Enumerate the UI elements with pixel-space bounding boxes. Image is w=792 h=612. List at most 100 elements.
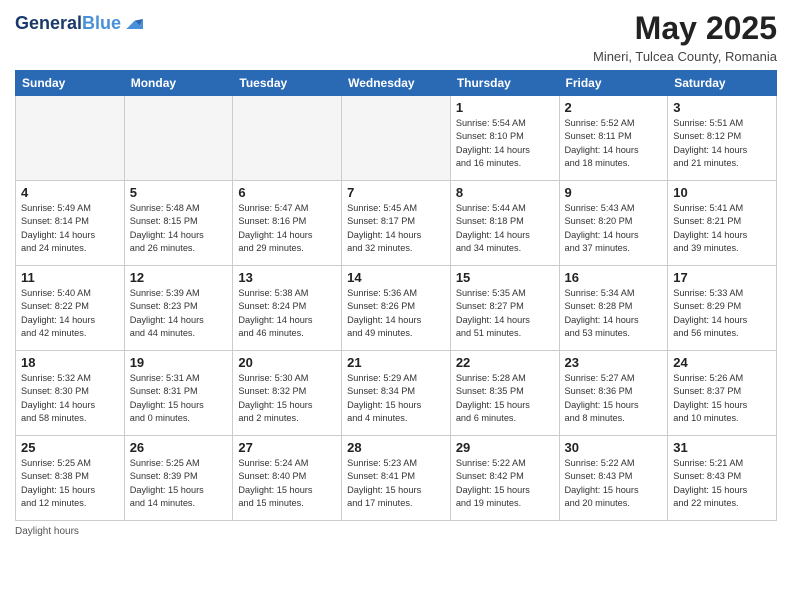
day-number: 18 — [21, 355, 119, 370]
day-number: 26 — [130, 440, 228, 455]
calendar-day: 27Sunrise: 5:24 AM Sunset: 8:40 PM Dayli… — [233, 436, 342, 521]
day-number: 16 — [565, 270, 663, 285]
day-info: Sunrise: 5:41 AM Sunset: 8:21 PM Dayligh… — [673, 202, 771, 255]
calendar-day — [342, 96, 451, 181]
logo-icon — [123, 14, 143, 34]
day-info: Sunrise: 5:52 AM Sunset: 8:11 PM Dayligh… — [565, 117, 663, 170]
calendar-day: 9 Sunrise: 5:43 AM Sunset: 8:20 PM Daylig… — [559, 181, 668, 266]
calendar-day: 2 Sunrise: 5:52 AM Sunset: 8:11 PM Daylig… — [559, 96, 668, 181]
day-number: 27 — [238, 440, 336, 455]
day-info: Sunrise: 5:28 AM Sunset: 8:35 PM Dayligh… — [456, 372, 554, 425]
day-number: 24 — [673, 355, 771, 370]
calendar-day: 23Sunrise: 5:27 AM Sunset: 8:36 PM Dayli… — [559, 351, 668, 436]
calendar-day: 25 Sunrise: 5:25 AM Sunset: 8:38 PM Dayli… — [16, 436, 125, 521]
calendar-day: 3 Sunrise: 5:51 AM Sunset: 8:12 PM Daylig… — [668, 96, 777, 181]
day-number: 3 — [673, 100, 771, 115]
day-header: Thursday — [450, 71, 559, 96]
footer: Daylight hours — [15, 526, 777, 537]
calendar-week-row: 18Sunrise: 5:32 AM Sunset: 8:30 PM Dayli… — [16, 351, 777, 436]
day-number: 21 — [347, 355, 445, 370]
day-info: Sunrise: 5:25 AM Sunset: 8:39 PM Dayligh… — [130, 457, 228, 510]
title-area: May 2025 Mineri, Tulcea County, Romania — [593, 10, 777, 64]
day-info: Sunrise: 5:33 AM Sunset: 8:29 PM Dayligh… — [673, 287, 771, 340]
day-number: 22 — [456, 355, 554, 370]
day-info: Sunrise: 5:23 AM Sunset: 8:41 PM Dayligh… — [347, 457, 445, 510]
day-number: 20 — [238, 355, 336, 370]
calendar-day: 22 Sunrise: 5:28 AM Sunset: 8:35 PM Dayli… — [450, 351, 559, 436]
calendar-day: 12Sunrise: 5:39 AM Sunset: 8:23 PM Dayli… — [124, 266, 233, 351]
calendar-day: 5 Sunrise: 5:48 AM Sunset: 8:15 PM Daylig… — [124, 181, 233, 266]
calendar-day: 14Sunrise: 5:36 AM Sunset: 8:26 PM Dayli… — [342, 266, 451, 351]
day-number: 5 — [130, 185, 228, 200]
logo-text: GeneralBlue — [15, 14, 121, 34]
day-info: Sunrise: 5:38 AM Sunset: 8:24 PM Dayligh… — [238, 287, 336, 340]
day-number: 19 — [130, 355, 228, 370]
calendar-day: 21Sunrise: 5:29 AM Sunset: 8:34 PM Dayli… — [342, 351, 451, 436]
day-header: Sunday — [16, 71, 125, 96]
day-info: Sunrise: 5:39 AM Sunset: 8:23 PM Dayligh… — [130, 287, 228, 340]
day-info: Sunrise: 5:35 AM Sunset: 8:27 PM Dayligh… — [456, 287, 554, 340]
day-info: Sunrise: 5:44 AM Sunset: 8:18 PM Dayligh… — [456, 202, 554, 255]
day-header: Tuesday — [233, 71, 342, 96]
logo: GeneralBlue — [15, 14, 143, 34]
calendar-day: 28 Sunrise: 5:23 AM Sunset: 8:41 PM Dayli… — [342, 436, 451, 521]
day-info: Sunrise: 5:47 AM Sunset: 8:16 PM Dayligh… — [238, 202, 336, 255]
day-header: Saturday — [668, 71, 777, 96]
day-info: Sunrise: 5:51 AM Sunset: 8:12 PM Dayligh… — [673, 117, 771, 170]
page: GeneralBlue May 2025 Mineri, Tulcea Coun… — [0, 0, 792, 612]
day-number: 1 — [456, 100, 554, 115]
calendar-week-row: 25 Sunrise: 5:25 AM Sunset: 8:38 PM Dayli… — [16, 436, 777, 521]
day-number: 11 — [21, 270, 119, 285]
day-info: Sunrise: 5:43 AM Sunset: 8:20 PM Dayligh… — [565, 202, 663, 255]
day-number: 15 — [456, 270, 554, 285]
day-info: Sunrise: 5:30 AM Sunset: 8:32 PM Dayligh… — [238, 372, 336, 425]
calendar-day: 13 Sunrise: 5:38 AM Sunset: 8:24 PM Dayli… — [233, 266, 342, 351]
day-info: Sunrise: 5:22 AM Sunset: 8:42 PM Dayligh… — [456, 457, 554, 510]
month-title: May 2025 — [593, 10, 777, 47]
calendar-day: 18Sunrise: 5:32 AM Sunset: 8:30 PM Dayli… — [16, 351, 125, 436]
day-number: 6 — [238, 185, 336, 200]
calendar-day: 17Sunrise: 5:33 AM Sunset: 8:29 PM Dayli… — [668, 266, 777, 351]
calendar-day — [233, 96, 342, 181]
calendar-week-row: 11 Sunrise: 5:40 AM Sunset: 8:22 PM Dayli… — [16, 266, 777, 351]
calendar-week-row: 1Sunrise: 5:54 AM Sunset: 8:10 PM Daylig… — [16, 96, 777, 181]
calendar-header-row: SundayMondayTuesdayWednesdayThursdayFrid… — [16, 71, 777, 96]
day-header: Monday — [124, 71, 233, 96]
subtitle: Mineri, Tulcea County, Romania — [593, 49, 777, 64]
day-info: Sunrise: 5:40 AM Sunset: 8:22 PM Dayligh… — [21, 287, 119, 340]
day-number: 30 — [565, 440, 663, 455]
calendar-day: 31Sunrise: 5:21 AM Sunset: 8:43 PM Dayli… — [668, 436, 777, 521]
calendar-day — [16, 96, 125, 181]
day-number: 13 — [238, 270, 336, 285]
day-number: 25 — [21, 440, 119, 455]
day-info: Sunrise: 5:45 AM Sunset: 8:17 PM Dayligh… — [347, 202, 445, 255]
day-number: 14 — [347, 270, 445, 285]
day-info: Sunrise: 5:22 AM Sunset: 8:43 PM Dayligh… — [565, 457, 663, 510]
calendar-day: 6 Sunrise: 5:47 AM Sunset: 8:16 PM Daylig… — [233, 181, 342, 266]
calendar-day: 19 Sunrise: 5:31 AM Sunset: 8:31 PM Dayli… — [124, 351, 233, 436]
calendar-day — [124, 96, 233, 181]
calendar-day: 24 Sunrise: 5:26 AM Sunset: 8:37 PM Dayli… — [668, 351, 777, 436]
calendar-day: 10 Sunrise: 5:41 AM Sunset: 8:21 PM Dayli… — [668, 181, 777, 266]
calendar-day: 16Sunrise: 5:34 AM Sunset: 8:28 PM Dayli… — [559, 266, 668, 351]
calendar-day: 7Sunrise: 5:45 AM Sunset: 8:17 PM Daylig… — [342, 181, 451, 266]
day-number: 10 — [673, 185, 771, 200]
day-number: 9 — [565, 185, 663, 200]
calendar-week-row: 4Sunrise: 5:49 AM Sunset: 8:14 PM Daylig… — [16, 181, 777, 266]
day-number: 2 — [565, 100, 663, 115]
calendar-day: 15 Sunrise: 5:35 AM Sunset: 8:27 PM Dayli… — [450, 266, 559, 351]
calendar-day: 8 Sunrise: 5:44 AM Sunset: 8:18 PM Daylig… — [450, 181, 559, 266]
day-header: Friday — [559, 71, 668, 96]
calendar-day: 11 Sunrise: 5:40 AM Sunset: 8:22 PM Dayli… — [16, 266, 125, 351]
calendar: SundayMondayTuesdayWednesdayThursdayFrid… — [15, 70, 777, 521]
day-number: 28 — [347, 440, 445, 455]
day-number: 8 — [456, 185, 554, 200]
calendar-day: 20 Sunrise: 5:30 AM Sunset: 8:32 PM Dayli… — [233, 351, 342, 436]
day-info: Sunrise: 5:25 AM Sunset: 8:38 PM Dayligh… — [21, 457, 119, 510]
daylight-label: Daylight hours — [15, 526, 79, 537]
day-info: Sunrise: 5:26 AM Sunset: 8:37 PM Dayligh… — [673, 372, 771, 425]
calendar-day: 4Sunrise: 5:49 AM Sunset: 8:14 PM Daylig… — [16, 181, 125, 266]
day-number: 4 — [21, 185, 119, 200]
day-info: Sunrise: 5:31 AM Sunset: 8:31 PM Dayligh… — [130, 372, 228, 425]
day-info: Sunrise: 5:48 AM Sunset: 8:15 PM Dayligh… — [130, 202, 228, 255]
